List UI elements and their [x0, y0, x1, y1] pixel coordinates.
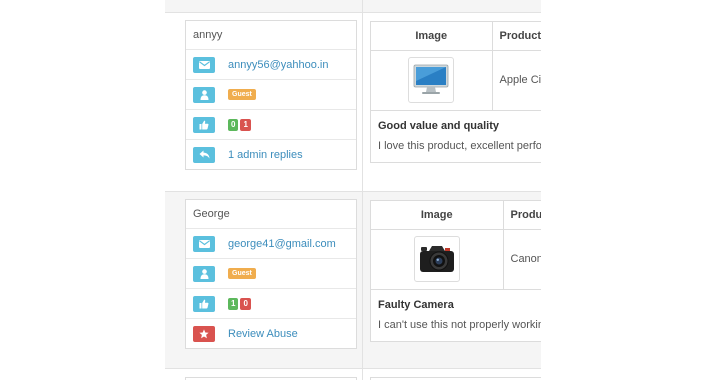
envelope-icon	[193, 56, 215, 73]
column-header-product: Product	[492, 22, 541, 51]
star-icon	[193, 325, 215, 342]
customer-votes-row: 1 0	[186, 288, 356, 318]
customer-action-row: Review Abuse	[186, 318, 356, 348]
review-abuse-link[interactable]: Review Abuse	[228, 328, 298, 340]
column-header-product: Produ	[503, 201, 541, 230]
thumbs-up-icon	[193, 295, 215, 312]
user-icon	[193, 86, 215, 103]
product-thumbnail[interactable]	[408, 57, 455, 103]
customer-email-row: annyy56@yahhoo.in	[186, 49, 356, 79]
column-divider	[362, 0, 363, 12]
review-text: I can't use this not properly workin	[378, 318, 541, 331]
customer-type-row: Guest	[186, 258, 356, 288]
review-title: Faulty Camera	[378, 298, 454, 311]
product-image-cell	[371, 50, 493, 111]
guest-badge: Guest	[228, 89, 256, 100]
review-title: Good value and quality	[378, 119, 500, 132]
customer-action-row: 1 admin replies	[186, 139, 356, 169]
product-table: Image Product Apple Ci	[371, 22, 541, 111]
user-icon	[193, 265, 215, 282]
thumbs-up-icon	[193, 116, 215, 133]
product-name: Apple Cin	[492, 50, 541, 111]
customer-email-row: george41@gmail.com	[186, 228, 356, 258]
customer-type-row: Guest	[186, 79, 356, 109]
guest-badge: Guest	[228, 268, 256, 279]
customer-name: annyy	[193, 29, 223, 41]
customer-votes-row: 0 1	[186, 109, 356, 139]
column-header-image: Image	[371, 22, 493, 51]
product-table: Image Produ Canon	[371, 201, 541, 290]
column-divider	[362, 369, 363, 380]
likes-badge: 0	[228, 118, 239, 131]
table-row: annyy annyy56@yahhoo.in Guest 0 1 1 admi…	[165, 13, 541, 191]
product-panel: Image Product Apple Ci Good value and qu…	[370, 21, 541, 163]
column-divider	[362, 13, 363, 191]
reply-icon	[193, 146, 215, 163]
dislikes-badge: 0	[240, 297, 251, 310]
product-panel: Image Produ Canon Faulty Camera I can't …	[370, 200, 541, 342]
likes-badge: 1	[228, 297, 239, 310]
review-text: I love this product, excellent perfo	[378, 139, 541, 152]
column-header-image: Image	[371, 201, 504, 230]
customer-email-link[interactable]: annyy56@yahhoo.in	[228, 59, 328, 71]
column-divider	[362, 192, 363, 368]
product-image-cell	[371, 229, 504, 290]
envelope-icon	[193, 235, 215, 252]
customer-name: George	[193, 208, 230, 220]
product-name: Canon	[503, 229, 541, 290]
table-row: George george41@gmail.com Guest 1 0 Revi…	[165, 191, 541, 369]
admin-replies-link[interactable]: 1 admin replies	[228, 149, 303, 161]
monitor-image	[413, 64, 449, 94]
reviews-table: annyy annyy56@yahhoo.in Guest 0 1 1 admi…	[165, 0, 541, 380]
table-row	[165, 369, 541, 380]
customer-card: annyy annyy56@yahhoo.in Guest 0 1 1 admi…	[185, 20, 357, 170]
dislikes-badge: 1	[240, 118, 251, 131]
camera-image	[419, 246, 454, 272]
product-thumbnail[interactable]	[413, 236, 460, 282]
customer-email-link[interactable]: george41@gmail.com	[228, 238, 336, 250]
table-row	[165, 0, 541, 13]
customer-card: George george41@gmail.com Guest 1 0 Revi…	[185, 199, 357, 349]
